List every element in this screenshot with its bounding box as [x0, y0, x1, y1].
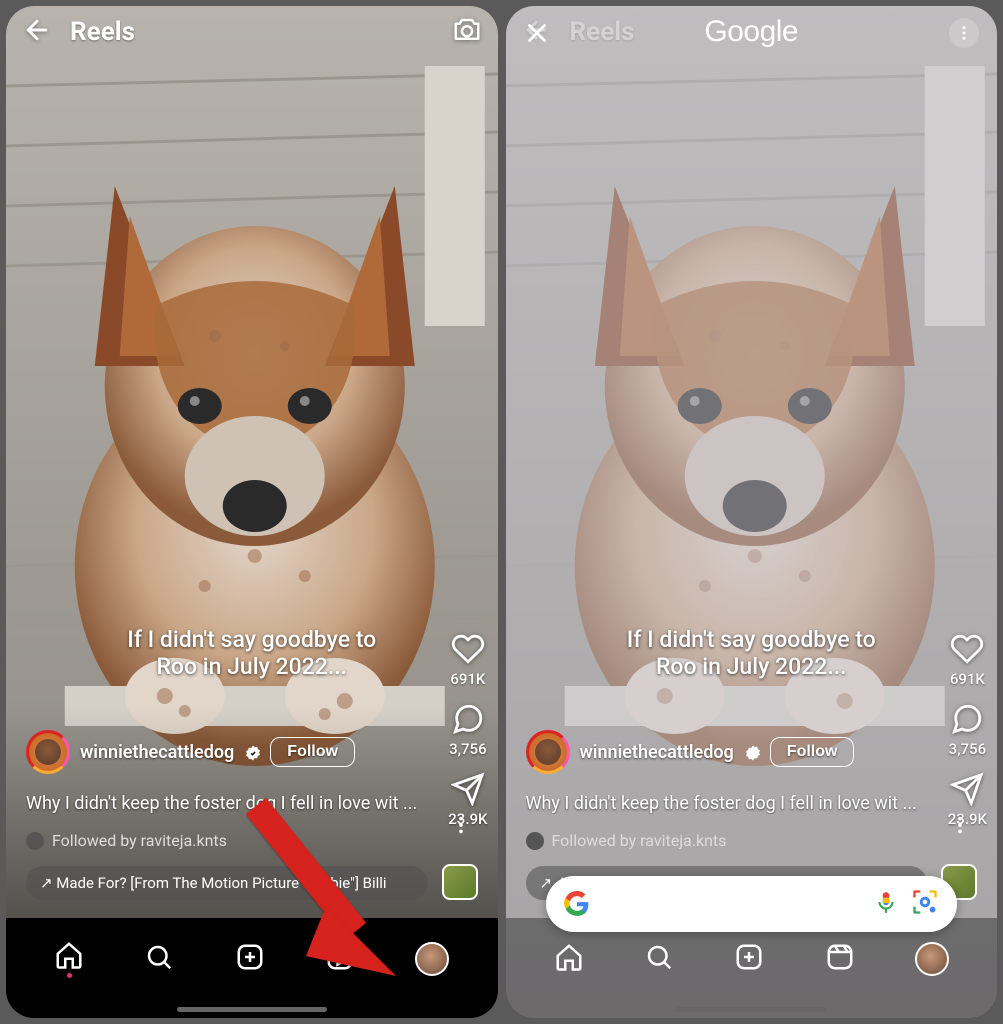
- author-avatar: [526, 730, 570, 774]
- right-screenshot: Reels If I didn't say goodbye to Roo in …: [506, 6, 998, 1018]
- camera-icon[interactable]: [452, 15, 482, 49]
- google-logo: Google: [704, 15, 798, 49]
- like-count: 691K: [450, 670, 485, 688]
- action-rail: 691K 3,756 23.9K: [948, 632, 987, 828]
- left-screenshot: Reels If I didn't say goodbye to Roo in …: [6, 6, 498, 1018]
- bottom-nav: [6, 918, 498, 1018]
- action-rail: 691K 3,756 23.9K: [448, 632, 487, 828]
- nav-home[interactable]: [54, 940, 84, 978]
- follow-button[interactable]: Follow: [270, 737, 355, 767]
- comment-count: 3,756: [449, 740, 486, 758]
- screenshot-comparison: Reels If I didn't say goodbye to Roo in …: [0, 0, 1003, 1024]
- home-indicator[interactable]: [676, 1007, 826, 1012]
- google-search-bar[interactable]: [546, 876, 958, 932]
- mic-icon[interactable]: [873, 889, 899, 919]
- nav-create[interactable]: [235, 942, 265, 976]
- overflow-menu-icon[interactable]: [949, 18, 979, 48]
- audio-pill[interactable]: ↗ Made For? [From The Motion Picture "Ba…: [26, 866, 428, 900]
- author-username[interactable]: winniethecattledog: [80, 742, 234, 763]
- author-row[interactable]: winniethecattledog Follow: [26, 730, 355, 774]
- back-arrow-icon[interactable]: [22, 15, 52, 49]
- author-row: winniethecattledog Follow: [526, 730, 855, 774]
- like-button: 691K: [950, 632, 985, 688]
- reel-description: Why I didn't keep the foster dog I fell …: [526, 793, 938, 814]
- nav-profile[interactable]: [415, 942, 449, 976]
- follower-avatar-icon: [26, 832, 44, 850]
- google-lens-header: Google: [506, 6, 998, 58]
- verified-badge-icon: [744, 744, 760, 760]
- audio-label: ↗ Made For? [From The Motion Picture "Ba…: [40, 874, 387, 892]
- audio-thumbnail[interactable]: [442, 864, 478, 900]
- video-caption: If I didn't say goodbye to Roo in July 2…: [560, 626, 943, 680]
- follower-avatar-icon: [526, 832, 544, 850]
- nav-profile: [915, 942, 949, 976]
- follow-button: Follow: [770, 737, 855, 767]
- nav-search: [644, 942, 674, 976]
- bottom-nav: [506, 918, 998, 1018]
- video-caption: If I didn't say goodbye to Roo in July 2…: [60, 626, 443, 680]
- reels-title: Reels: [70, 17, 135, 47]
- nav-search[interactable]: [144, 942, 174, 976]
- followed-by-row[interactable]: Followed by raviteja.knts: [26, 831, 227, 850]
- followed-by-label: Followed by raviteja.knts: [52, 831, 227, 850]
- author-avatar[interactable]: [26, 730, 70, 774]
- home-indicator[interactable]: [177, 1007, 327, 1012]
- reel-description[interactable]: Why I didn't keep the foster dog I fell …: [26, 793, 438, 814]
- more-options-icon[interactable]: [450, 814, 472, 840]
- comment-button: 3,756: [949, 702, 986, 758]
- nav-reels: [825, 942, 855, 976]
- lens-icon[interactable]: [911, 888, 939, 920]
- more-options-icon: [949, 814, 971, 840]
- comment-button[interactable]: 3,756: [449, 702, 486, 758]
- reels-header: Reels: [6, 6, 498, 58]
- verified-badge-icon: [244, 744, 260, 760]
- google-g-icon: [564, 891, 590, 917]
- nav-create: [734, 942, 764, 976]
- like-button[interactable]: 691K: [450, 632, 485, 688]
- nav-home: [554, 942, 584, 976]
- close-icon[interactable]: [524, 20, 550, 50]
- nav-reels[interactable]: [325, 942, 355, 976]
- followed-by-row: Followed by raviteja.knts: [526, 831, 727, 850]
